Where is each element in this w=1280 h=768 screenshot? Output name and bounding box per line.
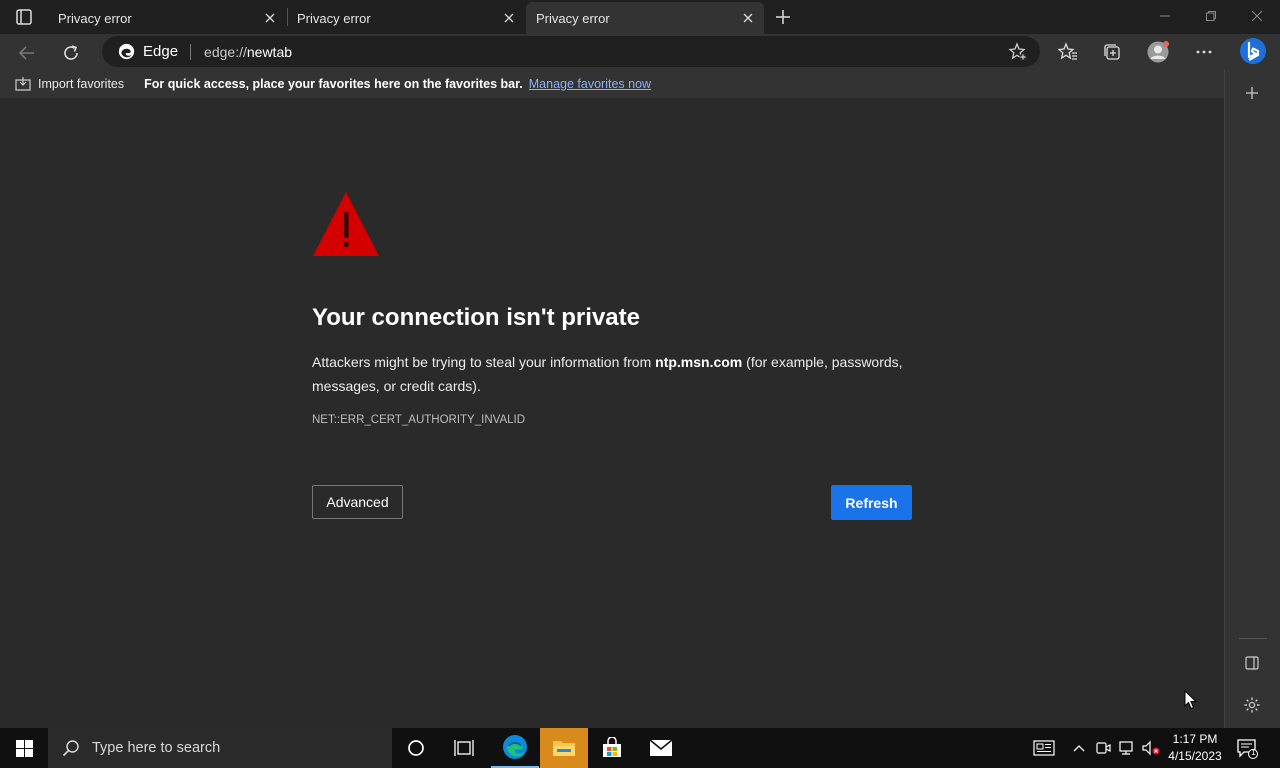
back-arrow-icon [18,46,34,60]
tab-title: Privacy error [58,10,132,26]
warning-triangle-icon [313,192,379,256]
message-text: Attackers might be trying to steal your … [312,354,656,370]
manage-favorites-link[interactable]: Manage favorites now [529,77,651,91]
gear-icon [1244,697,1260,713]
windows-logo-icon [15,739,33,757]
network-icon[interactable] [1117,738,1137,758]
tab-actions-icon[interactable] [12,8,36,26]
clock-time: 1:17 PM [1172,732,1218,746]
taskbar-file-explorer[interactable] [540,728,588,768]
bing-chat-icon[interactable] [1238,36,1268,66]
close-icon[interactable] [501,10,517,26]
collections-icon[interactable] [1100,40,1124,64]
favorites-icon[interactable] [1056,40,1080,64]
cortana-circle-icon [408,740,424,756]
taskbar-edge-app[interactable] [491,728,539,768]
new-tab-button[interactable] [772,6,794,28]
volume-muted-icon[interactable] [1141,738,1161,758]
profile-avatar-icon[interactable] [1146,40,1170,64]
sidebar-settings-button[interactable] [1241,694,1263,716]
news-widget-icon[interactable] [1032,738,1056,758]
start-button[interactable] [0,728,48,768]
import-icon [15,77,31,91]
tab-1[interactable]: Privacy error [48,2,286,34]
edge-logo-icon [118,43,135,60]
refresh-icon [64,45,78,60]
search-placeholder: Type here to search [92,740,221,756]
show-hidden-icons-chevron-icon[interactable] [1069,738,1089,758]
sidebar-divider [1239,638,1267,639]
blocked-host: ntp.msn.com [655,354,743,370]
import-favorites-button[interactable]: Import favorites [14,76,124,92]
more-options-icon[interactable] [1192,40,1216,64]
folder-icon [553,741,575,756]
back-button[interactable] [14,40,40,66]
favorites-bar: Import favorites For quick access, place… [0,70,1224,98]
favorites-hint: For quick access, place your favorites h… [144,77,523,91]
tab-strip: Privacy error Privacy error Privacy erro… [0,0,1280,34]
error-page: Your connection isn't private Attackers … [0,98,1224,728]
taskbar-mail[interactable] [637,728,685,768]
tab-title: Privacy error [536,10,610,26]
clock-date: 4/15/2023 [1168,749,1222,763]
url-scheme: edge:// [204,43,247,60]
plus-icon [1246,87,1258,99]
edge-app-icon [503,735,527,759]
sidebar-add-button[interactable] [1241,82,1263,104]
side-pane [1224,70,1280,728]
search-icon [62,740,79,757]
refresh-button[interactable] [58,40,84,66]
taskbar-store[interactable] [588,728,636,768]
url-host: newtab [246,43,293,60]
error-code: NET::ERR_CERT_AUTHORITY_INVALID [312,414,526,426]
hide-sidebar-button[interactable] [1241,652,1263,674]
meet-now-icon[interactable] [1093,738,1113,758]
minimize-button[interactable] [1153,6,1177,26]
advanced-button[interactable]: Advanced [312,485,403,519]
error-heading: Your connection isn't private [312,304,640,331]
taskbar-search-box[interactable]: Type here to search [48,728,392,768]
omnibox-divider [190,43,192,60]
address-bar[interactable]: Edge edge://newtab [102,36,1040,67]
task-view-button[interactable] [440,728,488,768]
close-window-button[interactable] [1245,6,1269,26]
taskbar-clock[interactable]: 1:17 PM 4/15/2023 [1164,731,1226,765]
error-message: Attackers might be trying to steal your … [312,350,922,398]
cortana-button[interactable] [392,728,440,768]
close-icon[interactable] [262,10,278,26]
url-text[interactable]: edge://newtab [204,44,292,60]
tab-title: Privacy error [297,10,371,26]
refresh-page-button[interactable]: Refresh [831,485,912,520]
close-icon[interactable] [740,10,756,26]
restore-button[interactable] [1199,6,1223,26]
notification-count: 1 [1251,748,1256,757]
action-center-button[interactable]: 1 [1236,737,1258,759]
store-bag-icon [603,737,621,757]
tab-2[interactable]: Privacy error [287,2,525,34]
tab-3-active[interactable]: Privacy error [526,2,764,34]
browser-toolbar: Edge edge://newtab [0,34,1280,70]
edge-brand-label: Edge [143,43,179,60]
task-view-icon [454,740,474,756]
add-favorite-star-icon[interactable] [1008,42,1028,62]
mail-icon [649,739,673,756]
mouse-cursor-icon [1184,690,1198,710]
import-favorites-label: Import favorites [38,77,125,91]
windows-taskbar: Type here to search 1:17 PM 4/15/2023 1 [0,728,1280,768]
sidebar-toggle-icon [1245,656,1259,670]
